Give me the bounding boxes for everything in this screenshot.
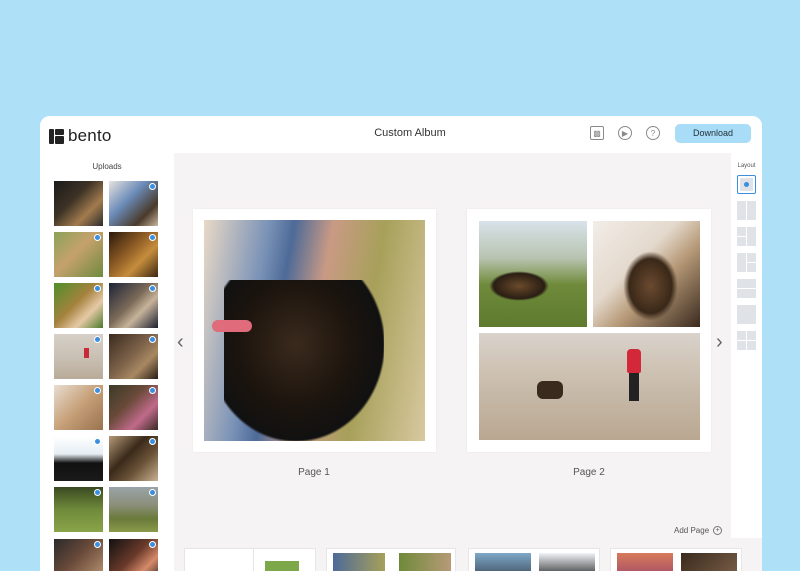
layout-option-single[interactable] [737, 175, 756, 194]
check-icon [94, 541, 101, 548]
upload-thumb[interactable] [109, 334, 158, 379]
upload-thumb[interactable] [109, 436, 158, 481]
next-page-arrow[interactable]: › [716, 331, 723, 354]
layout-panel: Layout [731, 153, 762, 571]
help-icon[interactable]: ? [646, 126, 660, 140]
page-1-label: Page 1 [298, 467, 330, 478]
upload-thumb[interactable] [54, 232, 103, 277]
play-icon[interactable]: ▶ [618, 126, 632, 140]
layout-title: Layout [737, 163, 756, 169]
layout-option-grid[interactable] [737, 331, 756, 350]
check-icon [94, 285, 101, 292]
app-window: bento Custom Album ▩ ▶ ? Download Upload… [40, 116, 762, 571]
filmstrip-spread[interactable] [610, 548, 742, 571]
check-icon [94, 336, 101, 343]
filmstrip-spread[interactable] [184, 548, 316, 571]
check-icon [149, 541, 156, 548]
page-2-label: Page 2 [573, 467, 605, 478]
upload-thumb[interactable] [109, 283, 158, 328]
upload-thumb[interactable] [54, 283, 103, 328]
filmstrip-spread[interactable] [468, 548, 600, 571]
check-icon [94, 234, 101, 241]
check-icon [94, 387, 101, 394]
upload-thumb[interactable] [109, 385, 158, 430]
upload-thumb[interactable] [109, 487, 158, 532]
upload-thumb[interactable] [54, 385, 103, 430]
uploads-title: Uploads [92, 162, 122, 171]
page-2-photo-3[interactable] [479, 333, 700, 440]
uploads-panel: Uploads [40, 153, 174, 571]
check-icon [149, 285, 156, 292]
check-icon [94, 438, 101, 445]
page-2-photo-1[interactable] [479, 221, 587, 327]
prev-page-arrow[interactable]: ‹ [177, 331, 184, 354]
upload-thumb[interactable] [54, 181, 103, 226]
upload-thumb[interactable] [54, 487, 103, 532]
page-1[interactable] [193, 209, 436, 452]
page-filmstrip [174, 538, 762, 571]
save-icon[interactable]: ▩ [590, 126, 604, 140]
download-button[interactable]: Download [675, 124, 751, 143]
check-icon [149, 387, 156, 394]
page-2-photo-2[interactable] [593, 221, 700, 327]
layout-option-three-split[interactable] [737, 227, 756, 246]
layout-option-two-column[interactable] [737, 201, 756, 220]
header: bento Custom Album ▩ ▶ ? Download [40, 116, 762, 153]
check-icon [149, 489, 156, 496]
upload-thumb[interactable] [109, 232, 158, 277]
layout-option-four-mixed[interactable] [737, 253, 756, 272]
album-canvas: ‹ › Page 1 Page 2 [174, 153, 731, 538]
plus-icon: + [713, 526, 723, 535]
check-icon [149, 234, 156, 241]
check-icon [149, 438, 156, 445]
check-icon [149, 336, 156, 343]
layout-option-full[interactable] [737, 305, 756, 324]
add-page-button[interactable]: Add Page + [674, 526, 723, 535]
upload-thumb[interactable] [54, 436, 103, 481]
filmstrip-spread[interactable] [326, 548, 456, 571]
upload-thumb[interactable] [54, 539, 103, 571]
add-page-label: Add Page [674, 526, 710, 535]
check-icon [149, 183, 156, 190]
layout-option-two-row[interactable] [737, 279, 756, 298]
check-icon [94, 489, 101, 496]
page-2[interactable] [467, 209, 711, 452]
upload-thumb[interactable] [109, 181, 158, 226]
upload-thumb[interactable] [109, 539, 158, 571]
upload-thumb[interactable] [54, 334, 103, 379]
page-1-photo[interactable] [204, 220, 425, 441]
